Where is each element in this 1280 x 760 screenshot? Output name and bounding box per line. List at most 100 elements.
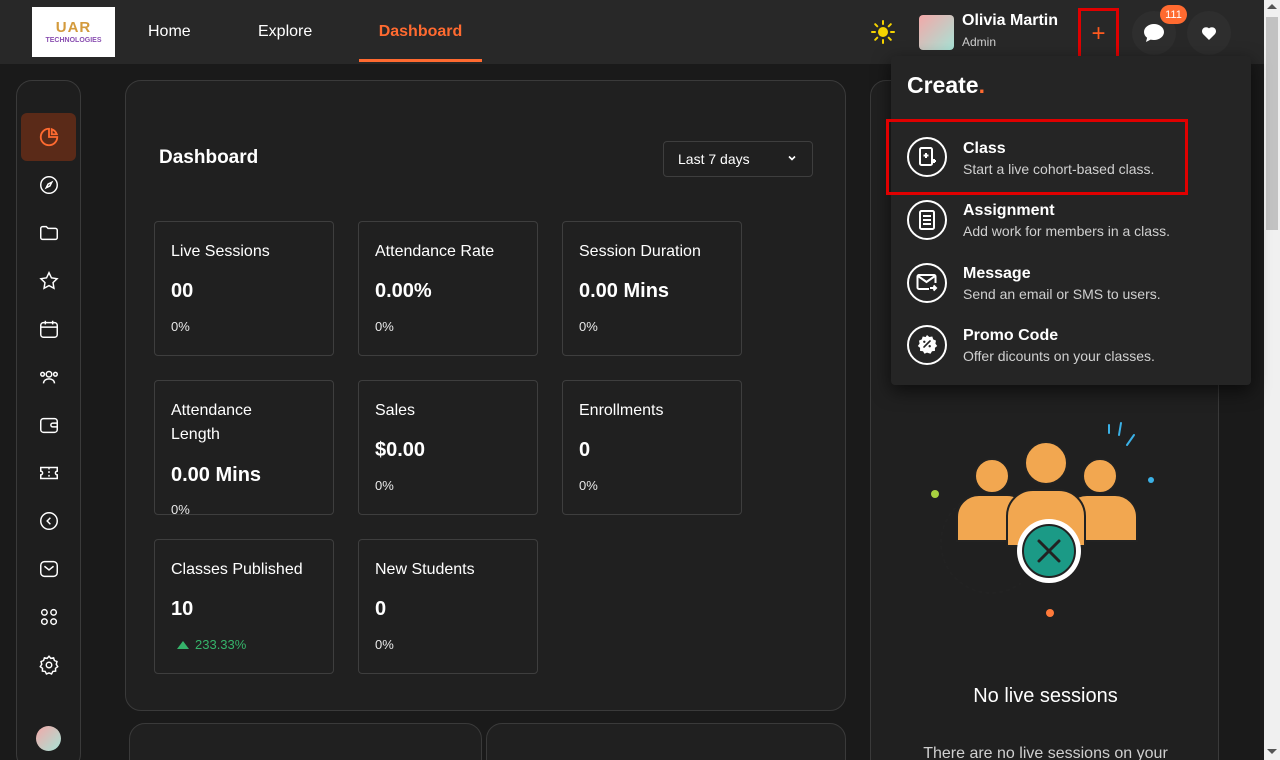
create-menu-item-assignment[interactable]: Assignment Add work for members in a cla…: [891, 200, 1251, 260]
create-menu-title-text: Create: [907, 72, 979, 98]
scroll-up-icon[interactable]: [1267, 4, 1277, 9]
notification-badge: 111: [1160, 5, 1187, 24]
heart-icon: [1202, 26, 1216, 40]
stat-card-attendance-length: Attendance Length 0.00 Mins 0%: [154, 380, 334, 517]
stat-value: 0: [579, 439, 591, 461]
stat-change: 0%: [579, 319, 598, 334]
trend-up-icon: [177, 640, 189, 649]
stat-change: 233.33%: [177, 637, 246, 652]
stat-change: 0%: [375, 637, 394, 652]
gear-icon: [38, 655, 59, 675]
create-menu: Create. Class Start a live cohort-based …: [886, 56, 1251, 385]
create-menu-title-dot: .: [978, 72, 985, 98]
apps-icon: [40, 608, 57, 626]
create-menu-item-message[interactable]: Message Send an email or SMS to users.: [891, 263, 1251, 323]
logo-subtext: TECHNOLOGIES: [45, 36, 102, 44]
mail-icon: [39, 560, 58, 578]
user-role: Admin: [962, 35, 997, 49]
scroll-thumb[interactable]: [1266, 17, 1278, 230]
stat-label: Live Sessions: [171, 243, 270, 260]
stat-card-live-sessions: Live Sessions 00 0%: [154, 221, 334, 356]
nav-dashboard[interactable]: Dashboard: [359, 0, 482, 64]
arrow-left-circle-icon: [39, 512, 58, 530]
stat-label: Attendance Rate: [375, 243, 495, 260]
stat-card-sales: Sales $0.00 0%: [358, 380, 538, 515]
bottom-panel-right: [486, 723, 846, 760]
stat-card-new-students: New Students 0 0%: [358, 539, 538, 674]
stat-label: Classes Published: [171, 561, 303, 578]
sidebar-avatar[interactable]: [36, 726, 61, 751]
stat-label: Enrollments: [579, 402, 664, 419]
folder-icon: [39, 225, 58, 241]
stat-value: 0: [375, 598, 387, 620]
sidebar-item-files[interactable]: [21, 209, 76, 257]
dashboard-panel: Dashboard Last 7 days Live Sessions 00 0…: [125, 80, 846, 711]
logo-text: UAR: [55, 18, 92, 36]
stat-value: 0.00 Mins: [579, 280, 670, 302]
favorites-button[interactable]: [1187, 11, 1231, 55]
create-menu-item-desc: Send an email or SMS to users.: [963, 286, 1161, 302]
stat-change: 0%: [171, 502, 190, 517]
create-menu-item-desc: Start a live cohort-based class.: [963, 161, 1155, 177]
stat-change: 0%: [375, 478, 394, 493]
scroll-down-icon[interactable]: [1267, 749, 1277, 754]
date-range-select[interactable]: Last 7 days: [663, 141, 813, 177]
users-icon: [39, 370, 58, 384]
sidebar-item-wallet[interactable]: [21, 401, 76, 449]
sidebar-item-apps[interactable]: [21, 593, 76, 641]
stat-card-session-duration: Session Duration 0.00 Mins 0%: [562, 221, 742, 356]
create-menu-item-label: Message: [963, 265, 1031, 282]
create-button[interactable]: +: [1078, 8, 1119, 59]
stat-value: 0.00%: [375, 280, 432, 302]
message-icon: [907, 263, 947, 303]
create-menu-item-label: Assignment: [963, 202, 1055, 219]
empty-state-subtitle: There are no live sessions on your: [923, 745, 1168, 760]
stat-card-classes-published: Classes Published 10 233.33%: [154, 539, 334, 674]
star-icon: [38, 271, 59, 290]
stat-value: 10: [171, 598, 194, 620]
sidebar: [16, 80, 81, 760]
create-menu-item-desc: Add work for members in a class.: [963, 223, 1170, 239]
sidebar-item-users[interactable]: [21, 353, 76, 401]
nav-explore[interactable]: Explore: [258, 0, 312, 64]
page-scrollbar[interactable]: [1264, 0, 1280, 760]
sidebar-item-favorites[interactable]: [21, 257, 76, 305]
calendar-icon: [39, 320, 58, 338]
nav-home[interactable]: Home: [148, 0, 191, 64]
promo-code-icon: [907, 325, 947, 365]
stat-value: 00: [171, 280, 194, 302]
stat-label: Attendance Length: [171, 402, 252, 443]
assignment-icon: [907, 200, 947, 240]
stat-label: Sales: [375, 402, 416, 419]
sun-icon[interactable]: [871, 20, 895, 44]
stat-change-value: 233.33%: [195, 637, 247, 652]
ticket-icon: [39, 466, 58, 480]
sidebar-item-dashboard[interactable]: [21, 113, 76, 161]
stat-label: Session Duration: [579, 243, 701, 260]
stat-change: 0%: [579, 478, 598, 493]
sidebar-item-settings[interactable]: [21, 641, 76, 689]
sidebar-item-back[interactable]: [21, 497, 76, 545]
sidebar-item-explore[interactable]: [21, 161, 76, 209]
sidebar-item-calendar[interactable]: [21, 305, 76, 353]
user-name[interactable]: Olivia Martin: [962, 12, 1058, 30]
no-sessions-illustration: [931, 422, 1154, 617]
create-menu-title: Create.: [907, 72, 985, 99]
chart-pie-icon: [39, 127, 58, 147]
create-menu-item-class[interactable]: Class Start a live cohort-based class.: [886, 119, 1188, 195]
stat-value: 0.00 Mins: [171, 464, 262, 486]
stat-change: 0%: [375, 319, 394, 334]
sidebar-item-mail[interactable]: [21, 545, 76, 593]
chevron-down-icon: [788, 155, 796, 161]
create-menu-item-promo-code[interactable]: Promo Code Offer dicounts on your classe…: [891, 325, 1251, 385]
avatar[interactable]: [919, 15, 954, 50]
class-icon: [907, 137, 947, 177]
stat-label: New Students: [375, 561, 475, 578]
sidebar-item-tickets[interactable]: [21, 449, 76, 497]
compass-icon: [39, 176, 58, 194]
top-bar: UAR TECHNOLOGIES Home Explore Dashboard …: [0, 0, 1264, 64]
create-menu-item-label: Class: [963, 140, 1006, 157]
logo[interactable]: UAR TECHNOLOGIES: [32, 7, 115, 57]
stat-change: 0%: [171, 319, 190, 334]
chat-icon: [1144, 24, 1164, 42]
